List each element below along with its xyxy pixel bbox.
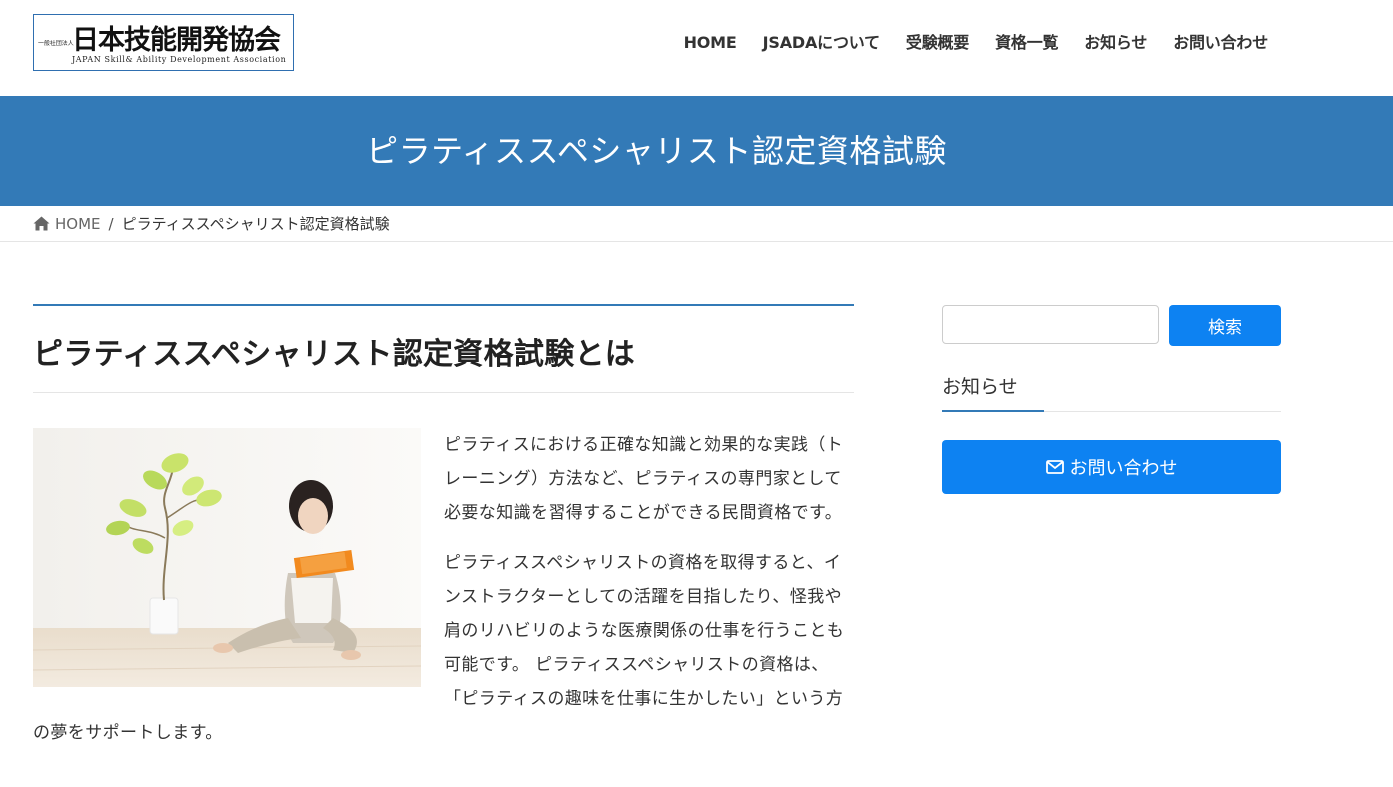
breadcrumb-separator: / [108,214,114,233]
contact-button[interactable]: お問い合わせ [942,440,1281,494]
nav-home[interactable]: HOME [671,30,750,56]
entry-body: ピラティスにおける正確な知識と効果的な実践（トレーニング）方法など、ピラティスの… [33,428,854,750]
nav-news[interactable]: お知らせ [1071,30,1160,56]
sidebar: 検索 お知らせ お問い合わせ [942,305,1281,494]
nav-exam-overview[interactable]: 受験概要 [893,30,982,56]
logo-sub-text: JAPAN Skill& Ability Development Associa… [72,55,287,64]
main-content: ピラティススペシャリスト認定資格試験とは ピラティスにおける正確な知識と効果的な… [33,304,854,766]
site-header: 一般社団法人 日本技能開発協会 JAPAN Skill& Ability Dev… [0,0,1393,96]
global-nav: HOME JSADAについて 受験概要 資格一覧 お知らせ お問い合わせ [671,30,1281,56]
site-logo[interactable]: 一般社団法人 日本技能開発協会 JAPAN Skill& Ability Dev… [33,14,294,71]
envelope-icon [1045,460,1064,474]
breadcrumb-home-label: HOME [55,214,101,233]
widget-title-news: お知らせ [942,372,1281,412]
contact-button-label: お問い合わせ [1069,458,1178,479]
page-header-band: ピラティススペシャリスト認定資格試験 [0,96,1393,206]
entry-title-box: ピラティススペシャリスト認定資格試験とは [33,304,854,393]
breadcrumb: HOME / ピラティススペシャリスト認定資格試験 [0,206,1393,242]
nav-contact[interactable]: お問い合わせ [1160,30,1281,56]
page-title: ピラティススペシャリスト認定資格試験 [366,132,947,170]
nav-qualifications[interactable]: 資格一覧 [982,30,1071,56]
woman-reading-photo [33,428,421,687]
entry-heading: ピラティススペシャリスト認定資格試験とは [33,337,636,372]
home-icon [33,216,50,231]
search-input[interactable] [942,305,1159,344]
breadcrumb-current: ピラティススペシャリスト認定資格試験 [121,215,390,233]
search-button[interactable]: 検索 [1169,305,1281,346]
breadcrumb-home-link[interactable]: HOME [33,215,101,233]
nav-about[interactable]: JSADAについて [750,30,893,56]
logo-main-text: 日本技能開発協会 [72,25,281,56]
search-form: 検索 [942,305,1281,346]
widget-title-label: お知らせ [942,376,1018,398]
logo-small-text: 一般社団法人 [38,39,74,47]
